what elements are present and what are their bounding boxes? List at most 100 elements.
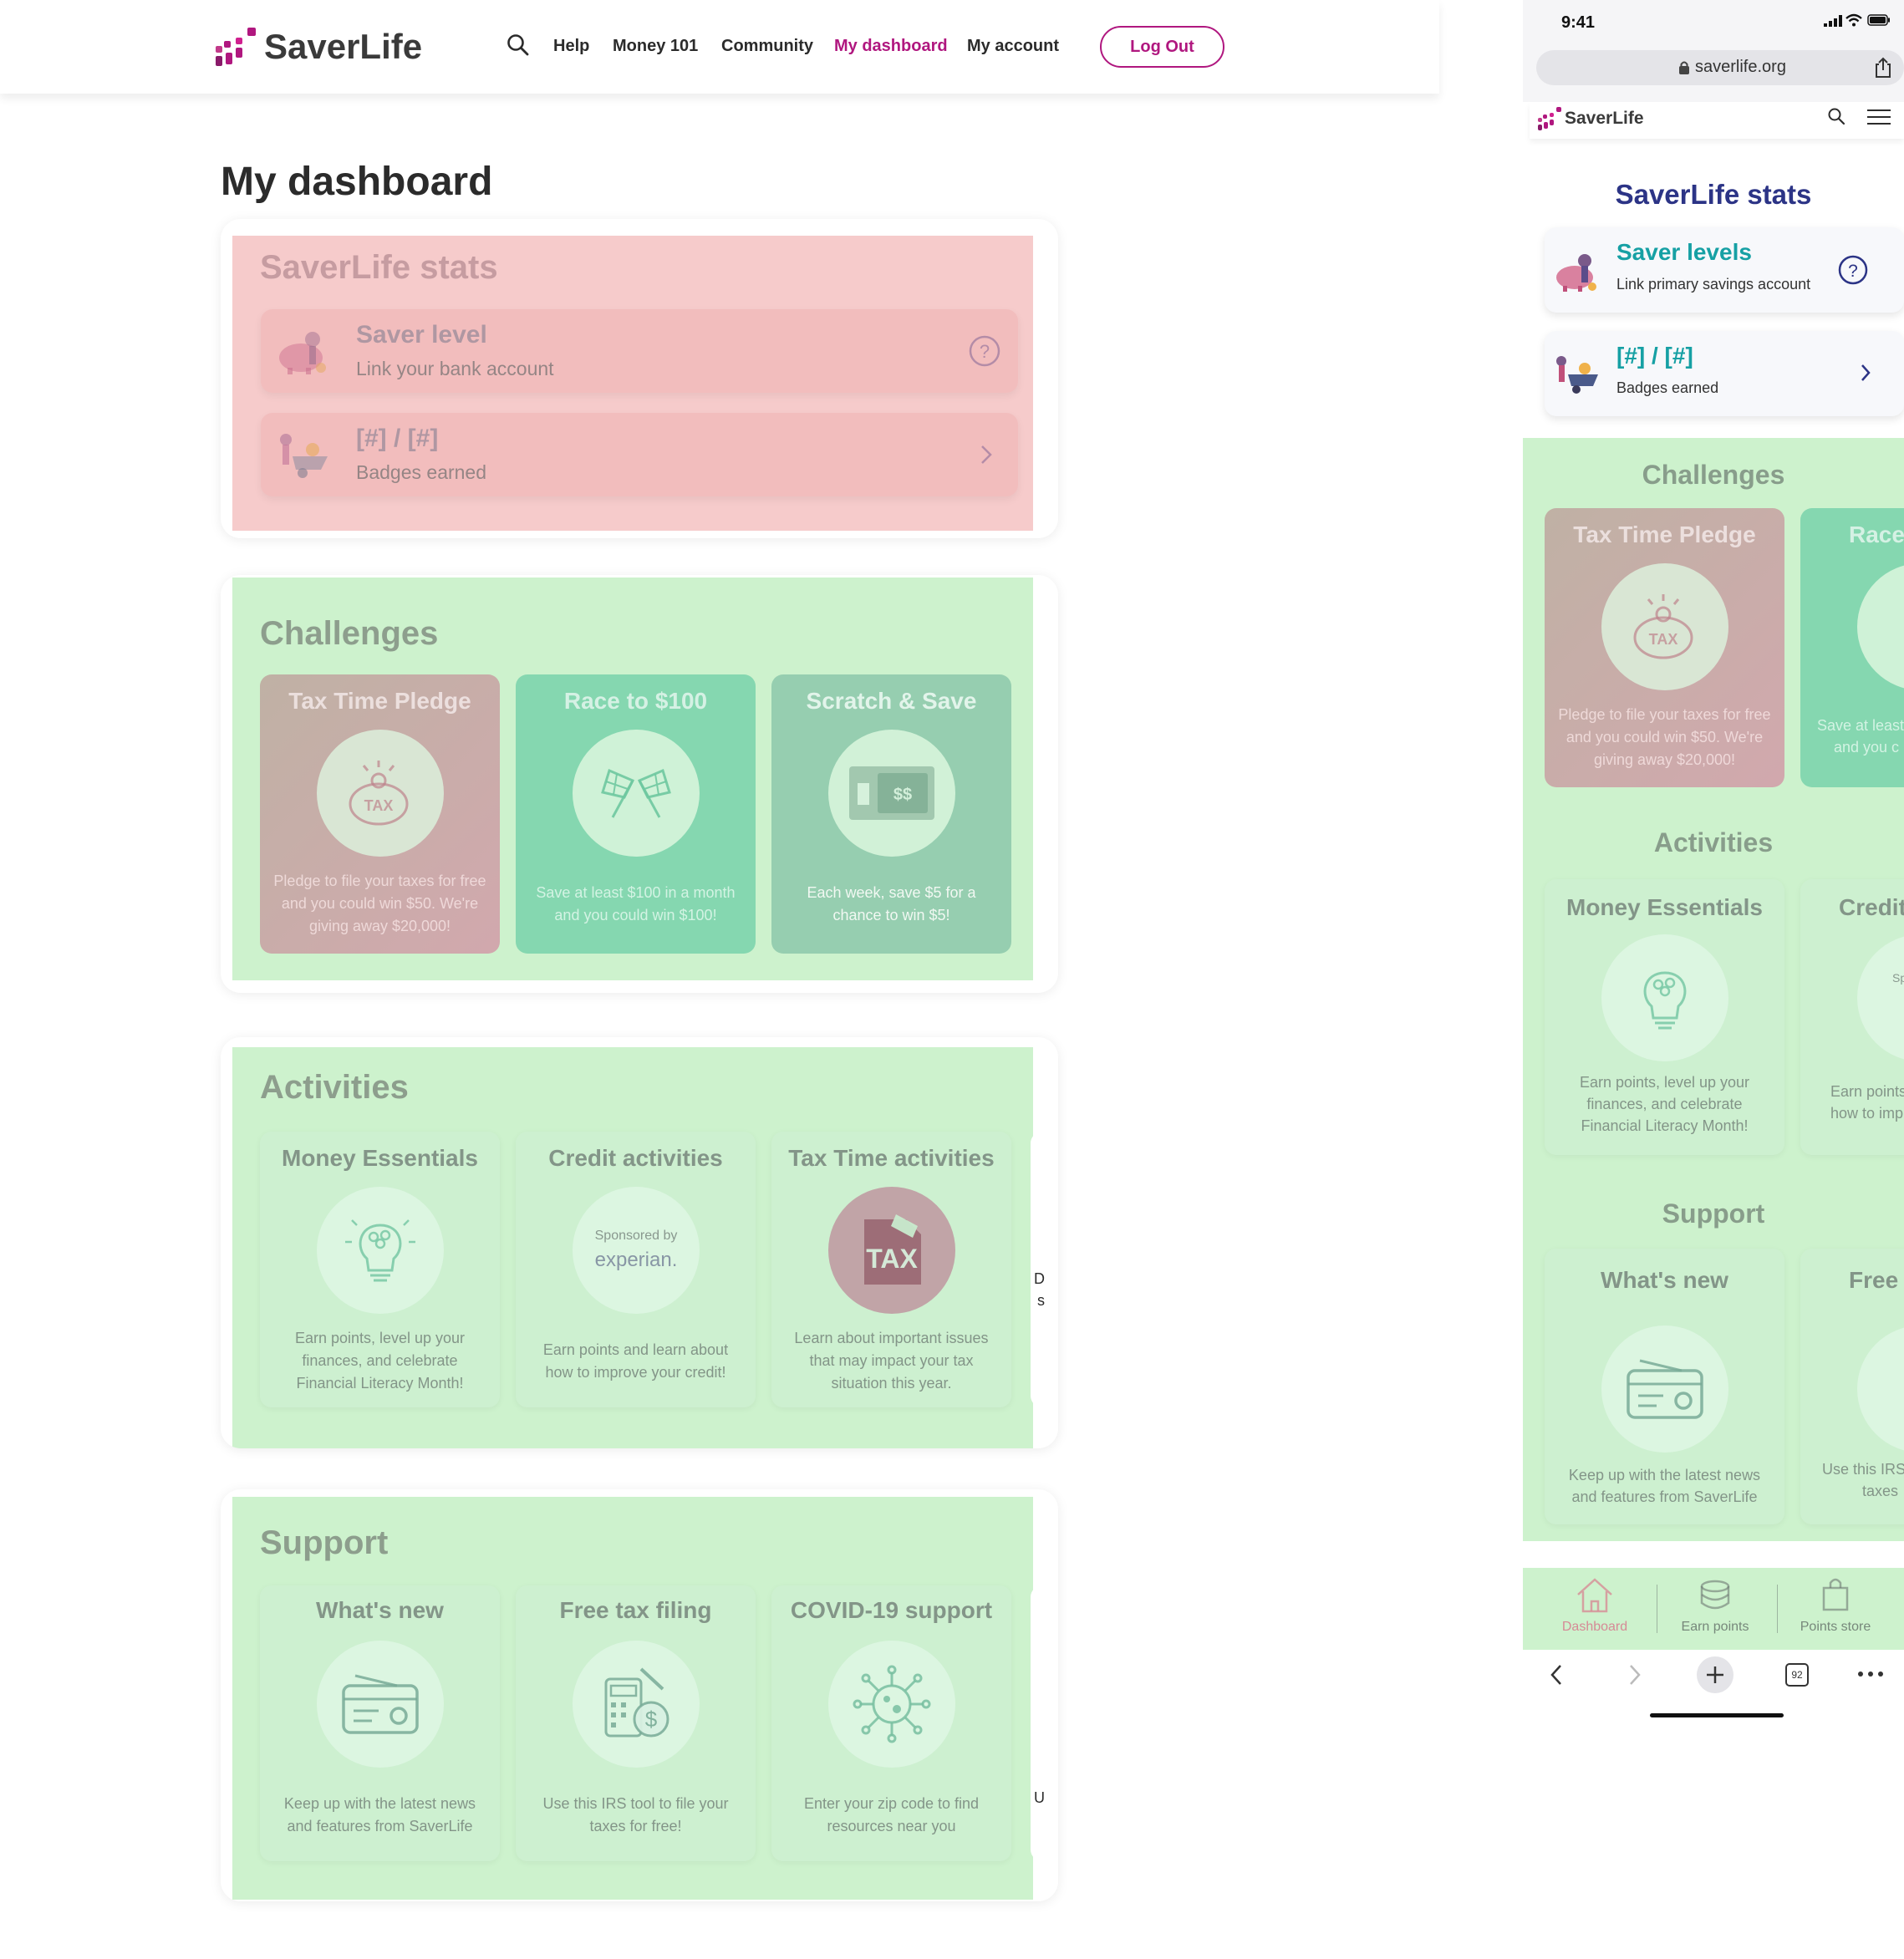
help-circle-icon[interactable]: ?: [1837, 254, 1869, 286]
challenge-card-tax-time-pledge[interactable]: Tax Time Pledge TAX Pledge to file your …: [260, 674, 500, 954]
challenge-card-scratch-and-save[interactable]: Scratch & Save $$ Each week, save $5 for…: [771, 674, 1011, 954]
forward-icon[interactable]: [1627, 1663, 1643, 1687]
svg-text:?: ?: [980, 341, 990, 362]
challenge-card-race-to-100[interactable]: Race to $100 Save at least $100 in a mon…: [516, 674, 756, 954]
activities-panel: Activities Money Essentials Earn points,…: [221, 1037, 1058, 1448]
activity-card-money-essentials[interactable]: Money Essentials Earn points, level up y…: [260, 1132, 500, 1407]
tab-label: Dashboard: [1561, 1620, 1628, 1634]
activity-title: Credit activities: [548, 1145, 723, 1171]
saver-levels-title: Saver levels: [1616, 239, 1752, 265]
search-icon[interactable]: [1827, 107, 1845, 125]
wheelbarrow-coins-icon: [280, 434, 328, 478]
mobile-support-card-peek[interactable]: Free t Use this IRS taxes: [1800, 1249, 1904, 1524]
support-card-title: What's new: [316, 1597, 444, 1623]
peek-desc-2: and you c: [1834, 739, 1900, 756]
scratch-ticket-icon: $$: [828, 730, 955, 857]
mobile-activity-card-money-essentials[interactable]: Money Essentials Earn points, level up y…: [1545, 879, 1784, 1155]
search-icon[interactable]: [507, 33, 530, 57]
chevron-right-icon: [981, 445, 992, 464]
saverlife-logo[interactable]: SaverLife: [1538, 104, 1644, 134]
signal-icon: [1824, 15, 1842, 27]
support-card-whats-new[interactable]: What's new Keep up with the latest news …: [260, 1585, 500, 1861]
address-bar[interactable]: saverlife.org: [1536, 50, 1904, 85]
back-icon[interactable]: [1548, 1663, 1565, 1687]
mobile-status-bar: 9:41 saverlife.org: [1523, 0, 1904, 102]
tabs-button[interactable]: 92: [1785, 1663, 1809, 1687]
tab-label: Earn points: [1681, 1620, 1749, 1634]
more-icon[interactable]: [1857, 1670, 1884, 1678]
nav-help[interactable]: Help: [553, 37, 589, 56]
support-card-desc: Keep up with the latest news and feature…: [1568, 1467, 1761, 1505]
lock-icon: [1679, 61, 1689, 74]
support-card-title: COVID-19 support: [790, 1597, 993, 1623]
mobile-challenge-card-peek[interactable]: Race Save at least and you c: [1800, 508, 1904, 787]
activity-desc: Learn about important issues that may im…: [794, 1330, 989, 1392]
chevron-right-icon: [1861, 364, 1871, 381]
saverlife-logo[interactable]: SaverLife: [216, 23, 422, 70]
challenges-panel: Challenges Tax Time Pledge TAX Pledge to…: [221, 575, 1058, 993]
sponsor-label: Sponsored by: [594, 1229, 678, 1243]
wheelbarrow-coins-icon: [1556, 356, 1598, 394]
activity-desc: Earn points, level up your finances, and…: [294, 1330, 466, 1392]
calculator-dollar-icon: [1857, 1326, 1904, 1453]
tab-dashboard[interactable]: Dashboard: [1536, 1568, 1653, 1650]
tab-earn-points[interactable]: Earn points: [1657, 1568, 1774, 1650]
challenge-title: Race to $100: [563, 688, 708, 714]
saver-levels-subtitle: Link primary savings account: [1616, 276, 1811, 293]
logout-button[interactable]: Log Out: [1100, 26, 1224, 68]
peek-text-2: s: [1037, 1292, 1045, 1309]
saver-level-subtitle: Link your bank account: [356, 358, 554, 379]
tax-piggy-bank-icon: TAX: [317, 730, 444, 857]
checkered-flags-icon: [573, 730, 700, 857]
wifi-icon: [1845, 13, 1862, 27]
mobile-support-card-whats-new[interactable]: What's new Keep up with the latest news …: [1545, 1249, 1784, 1524]
activity-card-tax-time[interactable]: Tax Time activities TAX Learn about impo…: [771, 1132, 1011, 1407]
new-tab-button[interactable]: [1697, 1656, 1733, 1693]
logo-mark-icon: [1538, 106, 1563, 131]
support-card-free-tax-filing[interactable]: Free tax filing $ Use this IRS tool to f…: [516, 1585, 756, 1861]
url-text: saverlife.org: [1695, 58, 1786, 76]
mobile-badges-card[interactable]: [#] / [#] Badges earned: [1545, 331, 1904, 416]
mobile-activity-card-peek[interactable]: Credit Spon Earn points how to imp: [1800, 879, 1904, 1155]
support-card-desc: Keep up with the latest news and feature…: [283, 1795, 476, 1834]
mobile-saver-levels-card[interactable]: Saver levels Link primary savings accoun…: [1545, 227, 1904, 313]
badges-card[interactable]: [#] / [#] Badges earned: [261, 413, 1018, 496]
peek-desc-1: Use this IRS: [1822, 1461, 1904, 1478]
tab-points-store[interactable]: Points store: [1777, 1568, 1894, 1650]
nav-money-101[interactable]: Money 101: [613, 37, 698, 56]
challenge-title: Scratch & Save: [806, 688, 977, 714]
support-panel: Support What's new Keep up with the late…: [221, 1489, 1058, 1901]
nav-my-account[interactable]: My account: [967, 37, 1059, 56]
hamburger-menu-icon[interactable]: [1867, 109, 1891, 125]
nav-community[interactable]: Community: [721, 37, 813, 56]
badges-count: [#] / [#]: [356, 425, 439, 452]
activity-card-peek[interactable]: D s: [1031, 1132, 1058, 1407]
support-card-title: Free tax filing: [559, 1597, 712, 1623]
challenge-desc: Save at least $100 in a month and you co…: [536, 884, 736, 924]
nav-my-dashboard[interactable]: My dashboard: [834, 37, 948, 56]
peek-text: U: [1034, 1789, 1045, 1806]
shopping-bag-icon: [1822, 1578, 1849, 1611]
desktop-header: SaverLife Help Money 101 Community My da…: [0, 0, 1439, 94]
challenge-desc: Pledge to file your taxes for free and y…: [1558, 706, 1771, 768]
stats-panel: SaverLife stats Saver level Link your ba…: [221, 219, 1058, 538]
mobile-challenges-title: Challenges: [1642, 460, 1785, 490]
activity-desc: Earn points and learn about how to impro…: [542, 1341, 729, 1381]
support-title: Support: [260, 1524, 389, 1561]
saver-level-card[interactable]: Saver level Link your bank account ?: [261, 309, 1018, 393]
peek-title: Race: [1849, 522, 1904, 547]
virus-icon: [828, 1641, 955, 1768]
activity-card-credit[interactable]: Credit activities Sponsored by experian.…: [516, 1132, 756, 1407]
tax-piggy-bank-icon: TAX: [1601, 563, 1728, 690]
svg-text:TAX: TAX: [1649, 631, 1678, 648]
coins-stack-icon: [1700, 1580, 1730, 1610]
piggy-bank-icon: [1556, 254, 1596, 292]
mobile-activities-title: Activities: [1653, 827, 1774, 857]
share-icon[interactable]: [1874, 57, 1892, 79]
support-card-covid-19[interactable]: COVID-19 support Enter your zip code to: [771, 1585, 1011, 1861]
logo-mark-icon: [216, 26, 259, 68]
support-card-peek[interactable]: U: [1031, 1585, 1058, 1861]
help-circle-icon[interactable]: ?: [968, 334, 1001, 368]
peek-sponsor: Spon: [1892, 971, 1904, 985]
mobile-challenge-card-tax-time-pledge[interactable]: Tax Time Pledge TAX Pledge to file your …: [1545, 508, 1784, 787]
